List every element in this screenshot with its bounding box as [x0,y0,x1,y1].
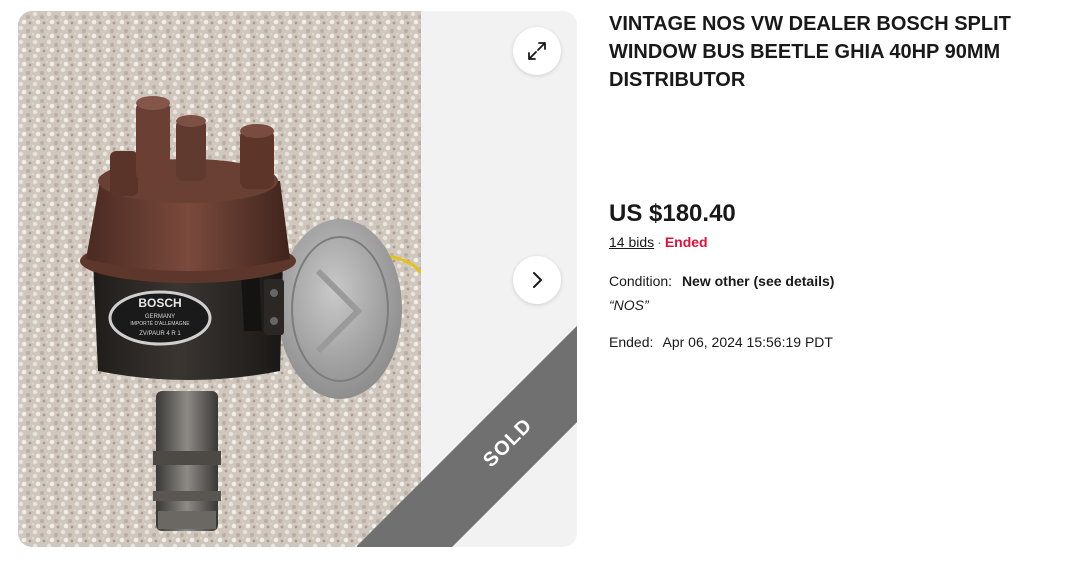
sold-label: SOLD [478,413,537,472]
chevron-right-icon [533,272,542,288]
expand-icon [528,42,546,60]
plate-code: ZV/PAUR 4 R 1 [139,331,181,337]
bids-status-row: 14 bids · Ended [609,234,708,250]
seller-note: “NOS” [609,297,649,313]
image-gallery: BOSCH GERMANY IMPORTÉ D'ALLEMAGNE ZV/PAU… [18,11,577,547]
bids-link[interactable]: 14 bids [609,234,654,250]
next-image-button[interactable] [513,256,561,304]
product-photo[interactable]: BOSCH GERMANY IMPORTÉ D'ALLEMAGNE ZV/PAU… [18,11,421,547]
listing-title: VINTAGE NOS VW DEALER BOSCH SPLIT WINDOW… [609,13,1011,91]
plate-country: GERMANY [145,314,175,320]
condition-row: Condition: New other (see details) [609,273,834,289]
condition-label: Condition: [609,273,673,289]
ended-label: Ended: [609,334,654,350]
ended-value: Apr 06, 2024 15:56:19 PDT [662,334,833,350]
listing-price: US $180.40 [609,200,736,227]
expand-button[interactable] [513,27,561,75]
ended-row: Ended: Apr 06, 2024 15:56:19 PDT [609,334,833,350]
status-badge: Ended [664,234,708,250]
plate-import: IMPORTÉ D'ALLEMAGNE [130,320,190,327]
plate-brand: BOSCH [138,296,181,310]
separator-dot: · [657,234,662,250]
condition-value[interactable]: New other (see details) [682,273,835,289]
